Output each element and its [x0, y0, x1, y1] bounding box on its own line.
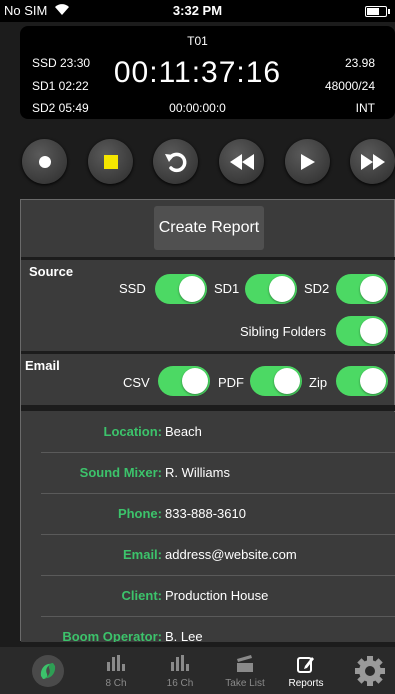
- sd1-label: SD1: [214, 281, 240, 296]
- sd2-label: SD2: [304, 281, 330, 296]
- meters-icon: [107, 655, 125, 671]
- report-panel: Create Report Source SSD SD1 SD2 Sibling…: [20, 199, 395, 642]
- tab-16ch[interactable]: 16 Ch: [158, 647, 202, 694]
- stop-icon: [103, 154, 118, 169]
- meters-icon: [171, 655, 189, 671]
- record-icon: [38, 155, 51, 168]
- zip-toggle[interactable]: [336, 366, 388, 396]
- rewind-button[interactable]: [219, 139, 264, 184]
- sd1-toggle[interactable]: [245, 274, 297, 304]
- email-section-title: Email: [25, 358, 60, 373]
- client-value: Production House: [165, 588, 269, 603]
- boom-operator-value: B. Lee: [165, 629, 203, 642]
- stop-button[interactable]: [88, 139, 133, 184]
- fast-forward-button[interactable]: [350, 139, 395, 184]
- list-item[interactable]: Phone: 833-888-3610: [21, 494, 395, 535]
- pdf-toggle[interactable]: [250, 366, 302, 396]
- tab-label: Reports: [288, 678, 324, 689]
- tab-settings[interactable]: [350, 647, 390, 694]
- fast-forward-icon: [360, 153, 385, 170]
- main-timecode: 00:11:37:16: [113, 56, 282, 89]
- sibling-folders-label: Sibling Folders: [240, 324, 326, 339]
- tab-bar: 8 Ch 16 Ch Take List Reports: [0, 647, 395, 694]
- tab-8ch[interactable]: 8 Ch: [96, 647, 136, 694]
- clapperboard-icon: [237, 655, 253, 672]
- tab-reports[interactable]: Reports: [285, 647, 327, 694]
- toggle-knob: [182, 368, 208, 394]
- tab-label: 8 Ch: [105, 678, 127, 689]
- sibling-folders-toggle[interactable]: [336, 316, 388, 346]
- list-item[interactable]: Location: Beach: [21, 412, 395, 453]
- take-name: T01: [187, 34, 208, 48]
- ssd-label: SSD: [119, 281, 146, 296]
- toggle-knob: [179, 276, 205, 302]
- phone-key: Phone:: [117, 506, 162, 521]
- email-value: address@website.com: [165, 547, 297, 562]
- battery-icon: [365, 6, 390, 17]
- create-report-button[interactable]: Create Report: [154, 206, 264, 250]
- list-item[interactable]: Client: Production House: [21, 576, 395, 617]
- timecode-display: T01 SSD 23:30 SD1 02:22 SD2 05:49 00:11:…: [20, 26, 395, 119]
- tab-take-list[interactable]: Take List: [220, 647, 270, 694]
- undo-button[interactable]: [153, 139, 198, 184]
- pdf-label: PDF: [218, 375, 244, 390]
- play-icon: [300, 153, 315, 170]
- sound-mixer-value: R. Williams: [165, 465, 230, 480]
- boom-operator-key: Boom Operator:: [62, 629, 162, 642]
- divider: [21, 351, 395, 354]
- tab-label: Take List: [225, 678, 265, 689]
- status-time: 3:32 PM: [172, 3, 223, 18]
- app-logo-icon: [32, 655, 64, 687]
- divider: [21, 257, 395, 260]
- zip-label: Zip: [309, 375, 328, 390]
- location-value: Beach: [165, 424, 202, 439]
- timecode-source: INT: [355, 101, 375, 115]
- sub-timecode: 00:00:00:0: [169, 101, 226, 115]
- client-key: Client:: [121, 588, 162, 603]
- edit-icon: [297, 657, 314, 673]
- toggle-knob: [360, 276, 386, 302]
- tab-label: 16 Ch: [166, 678, 194, 689]
- toggle-knob: [274, 368, 300, 394]
- sample-rate: 48000/24: [324, 79, 375, 93]
- email-key: Email:: [122, 547, 162, 562]
- gear-icon: [355, 656, 385, 686]
- status-bar: No SIM 3:32 PM: [0, 0, 395, 22]
- undo-icon: [164, 152, 186, 172]
- rewind-icon: [229, 153, 254, 170]
- location-key: Location:: [103, 424, 163, 439]
- list-item[interactable]: Sound Mixer: R. Williams: [21, 453, 395, 494]
- list-item[interactable]: Email: address@website.com: [21, 535, 395, 576]
- ssd-toggle[interactable]: [155, 274, 207, 304]
- play-button[interactable]: [285, 139, 330, 184]
- record-button[interactable]: [22, 139, 67, 184]
- report-info-list: Location: Beach Sound Mixer: R. Williams…: [21, 412, 395, 642]
- toggle-knob: [360, 318, 386, 344]
- tab-home[interactable]: [28, 647, 68, 694]
- csv-label: CSV: [123, 375, 150, 390]
- csv-toggle[interactable]: [158, 366, 210, 396]
- phone-value: 833-888-3610: [165, 506, 246, 521]
- list-item[interactable]: Boom Operator: B. Lee: [21, 617, 395, 642]
- transport-controls: [0, 128, 395, 193]
- divider: [21, 405, 395, 411]
- sound-mixer-key: Sound Mixer:: [79, 465, 162, 480]
- frame-rate: 23.98: [344, 56, 375, 70]
- source-section-title: Source: [29, 264, 74, 279]
- toggle-knob: [269, 276, 295, 302]
- toggle-knob: [360, 368, 386, 394]
- sd2-toggle[interactable]: [336, 274, 388, 304]
